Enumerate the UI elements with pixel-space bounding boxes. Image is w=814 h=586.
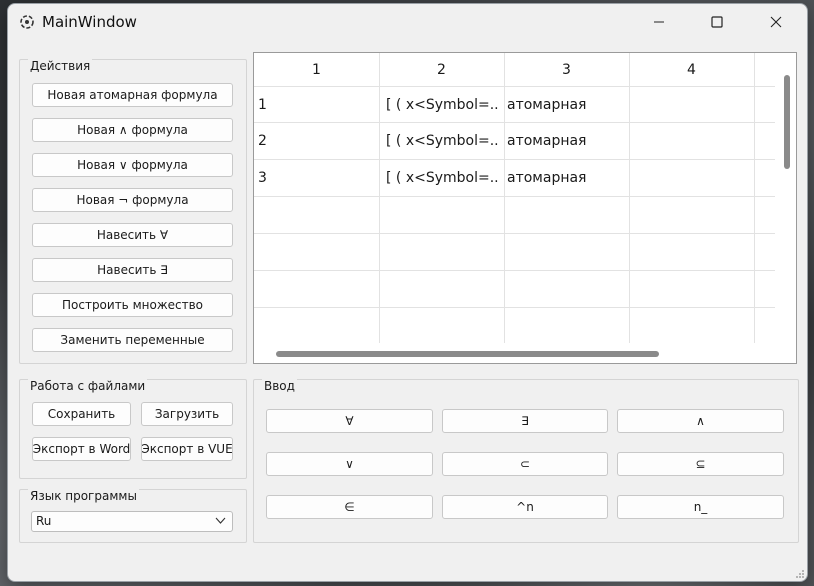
table-cell[interactable]: атомарная <box>507 123 625 159</box>
empty-row <box>254 197 775 234</box>
apply-forall-button[interactable]: Навесить ∀ <box>32 223 233 247</box>
table-row[interactable]: 2 [ ( x<Symbol=... атомарная <box>254 123 775 160</box>
table-cell[interactable] <box>633 160 751 196</box>
column-header[interactable]: 3 <box>504 53 629 86</box>
actions-group-title: Действия <box>28 59 93 73</box>
apply-exists-button[interactable]: Навесить ∃ <box>32 258 233 282</box>
minimize-icon <box>654 21 664 23</box>
table-cell[interactable]: атомарная <box>507 160 625 196</box>
vertical-scrollbar[interactable] <box>784 75 790 169</box>
maximize-button[interactable] <box>694 4 740 40</box>
empty-row <box>254 271 775 308</box>
new-or-formula-button[interactable]: Новая ∨ формула <box>32 153 233 177</box>
new-atomic-formula-button[interactable]: Новая атомарная формула <box>32 83 233 107</box>
column-header[interactable]: 2 <box>379 53 504 86</box>
and-symbol-button[interactable]: ∧ <box>617 409 784 433</box>
chevron-down-icon <box>215 517 226 524</box>
or-symbol-button[interactable]: ∨ <box>266 452 433 476</box>
app-icon <box>20 15 34 29</box>
title-bar[interactable]: MainWindow <box>8 4 807 40</box>
table-cell[interactable] <box>633 123 751 159</box>
resize-grip-icon[interactable] <box>795 569 805 579</box>
language-select[interactable]: Ru <box>31 511 233 532</box>
files-group-title: Работа с файлами <box>28 379 148 393</box>
minimize-button[interactable] <box>636 4 682 40</box>
subset-symbol-button[interactable]: ⊂ <box>442 452 608 476</box>
column-header[interactable]: 1 <box>254 53 379 86</box>
load-button[interactable]: Загрузить <box>141 402 233 426</box>
empty-row <box>254 308 775 345</box>
formula-table[interactable]: 1 2 3 4 1 [ ( x<Symbol=... атомарная 2 [… <box>253 52 797 364</box>
close-button[interactable] <box>753 4 799 40</box>
export-word-button[interactable]: Экспорт в Word <box>32 437 131 461</box>
subseteq-symbol-button[interactable]: ⊆ <box>617 452 784 476</box>
table-cell[interactable]: атомарная <box>507 87 625 123</box>
table-cell[interactable]: 1 <box>258 87 376 123</box>
files-group: Работа с файлами Сохранить Загрузить Экс… <box>19 379 247 479</box>
window-title: MainWindow <box>42 13 137 31</box>
table-cell[interactable]: 2 <box>258 123 376 159</box>
new-and-formula-button[interactable]: Новая ∧ формула <box>32 118 233 142</box>
column-header[interactable]: 4 <box>629 53 754 86</box>
superscript-n-button[interactable]: ^n <box>442 495 608 519</box>
main-window: MainWindow Действия Новая атомарная форм… <box>7 3 808 582</box>
table-row[interactable]: 1 [ ( x<Symbol=... атомарная <box>254 86 775 123</box>
replace-variables-button[interactable]: Заменить переменные <box>32 328 233 352</box>
table-cell[interactable]: 3 <box>258 160 376 196</box>
element-of-symbol-button[interactable]: ∈ <box>266 495 433 519</box>
language-group-title: Язык программы <box>28 489 139 503</box>
table-row[interactable]: 3 [ ( x<Symbol=... атомарная <box>254 160 775 197</box>
save-button[interactable]: Сохранить <box>32 402 131 426</box>
empty-row <box>254 234 775 271</box>
maximize-icon <box>711 16 723 28</box>
new-not-formula-button[interactable]: Новая ¬ формула <box>32 188 233 212</box>
subscript-n-button[interactable]: n_ <box>617 495 784 519</box>
actions-group: Действия Новая атомарная формула Новая ∧… <box>19 59 247 364</box>
exists-symbol-button[interactable]: ∃ <box>442 409 608 433</box>
forall-symbol-button[interactable]: ∀ <box>266 409 433 433</box>
input-group: Ввод ∀ ∃ ∧ ∨ ⊂ ⊆ ∈ ^n n_ <box>253 379 799 543</box>
input-group-title: Ввод <box>262 379 297 393</box>
table-cell[interactable] <box>633 87 751 123</box>
close-icon <box>770 16 782 28</box>
build-set-button[interactable]: Построить множество <box>32 293 233 317</box>
language-select-value: Ru <box>36 514 52 528</box>
table-cell[interactable]: [ ( x<Symbol=... <box>386 160 500 196</box>
table-cell[interactable]: [ ( x<Symbol=... <box>386 123 500 159</box>
horizontal-scrollbar[interactable] <box>276 351 659 357</box>
table-cell[interactable]: [ ( x<Symbol=... <box>386 87 500 123</box>
export-vue-button[interactable]: Экспорт в VUE <box>141 437 233 461</box>
